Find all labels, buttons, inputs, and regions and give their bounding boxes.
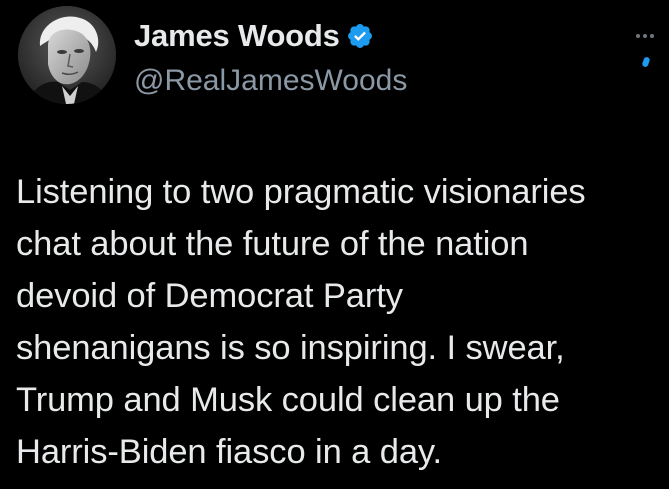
name-row: James Woods <box>134 14 407 58</box>
verified-badge-icon <box>346 22 374 50</box>
author-block[interactable]: James Woods @RealJamesWoods <box>134 14 407 98</box>
display-name[interactable]: James Woods <box>134 18 340 54</box>
user-handle[interactable]: @RealJamesWoods <box>134 64 407 98</box>
profile-photo-icon <box>18 6 116 104</box>
avatar[interactable] <box>18 6 116 104</box>
tweet-card: James Woods @RealJamesWoods Listening to… <box>0 0 669 489</box>
blue-accent-mark <box>641 56 651 68</box>
tweet-text: Listening to two pragmatic visionaries c… <box>16 173 586 471</box>
more-options-icon[interactable] <box>630 28 660 42</box>
